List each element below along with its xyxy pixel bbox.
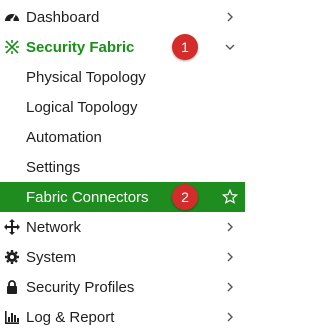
step-badge: 1 bbox=[172, 34, 198, 60]
step-badge: 2 bbox=[172, 184, 198, 210]
bar-chart-icon bbox=[4, 309, 20, 325]
lock-icon bbox=[4, 279, 20, 295]
sidebar-item-physical-topology[interactable]: Physical Topology bbox=[0, 62, 245, 92]
star-outline-icon[interactable] bbox=[221, 188, 239, 206]
sidebar-item-logical-topology[interactable]: Logical Topology bbox=[0, 92, 245, 122]
dashboard-icon bbox=[4, 9, 20, 25]
chevron-right-icon bbox=[223, 10, 237, 24]
sidebar-item-label: Automation bbox=[26, 128, 102, 146]
chevron-right-icon bbox=[223, 310, 237, 324]
gear-icon bbox=[4, 249, 20, 265]
security-fabric-icon bbox=[4, 39, 20, 55]
sidebar-item-label: Dashboard bbox=[26, 8, 100, 26]
sidebar-item-label: Network bbox=[26, 218, 82, 236]
sidebar-item-label: Logical Topology bbox=[26, 98, 138, 116]
sidebar-item-fabric-connectors[interactable]: Fabric Connectors 2 bbox=[0, 182, 245, 212]
sidebar-item-security-fabric[interactable]: Security Fabric 1 bbox=[0, 32, 245, 62]
sidebar-item-settings[interactable]: Settings bbox=[0, 152, 245, 182]
chevron-right-icon bbox=[223, 280, 237, 294]
sidebar-item-security-profiles[interactable]: Security Profiles bbox=[0, 272, 245, 302]
sidebar-item-log-report[interactable]: Log & Report bbox=[0, 302, 245, 331]
sidebar-item-label: Fabric Connectors bbox=[26, 188, 149, 206]
sidebar-item-label: Settings bbox=[26, 158, 81, 176]
sidebar-item-system[interactable]: System bbox=[0, 242, 245, 272]
chevron-down-icon bbox=[223, 40, 237, 54]
chevron-right-icon bbox=[223, 250, 237, 264]
sidebar-item-label: System bbox=[26, 248, 77, 266]
sidebar-item-automation[interactable]: Automation bbox=[0, 122, 245, 152]
chevron-right-icon bbox=[223, 220, 237, 234]
sidebar-item-label: Security Profiles bbox=[26, 278, 135, 296]
sidebar-item-label: Physical Topology bbox=[26, 68, 146, 86]
sidebar-nav: Dashboard Security Fabric 1 Physical Top… bbox=[0, 0, 245, 331]
move-arrows-icon bbox=[4, 219, 20, 235]
sidebar-item-label: Log & Report bbox=[26, 308, 115, 326]
sidebar-item-dashboard[interactable]: Dashboard bbox=[0, 2, 245, 32]
sidebar-item-network[interactable]: Network bbox=[0, 212, 245, 242]
